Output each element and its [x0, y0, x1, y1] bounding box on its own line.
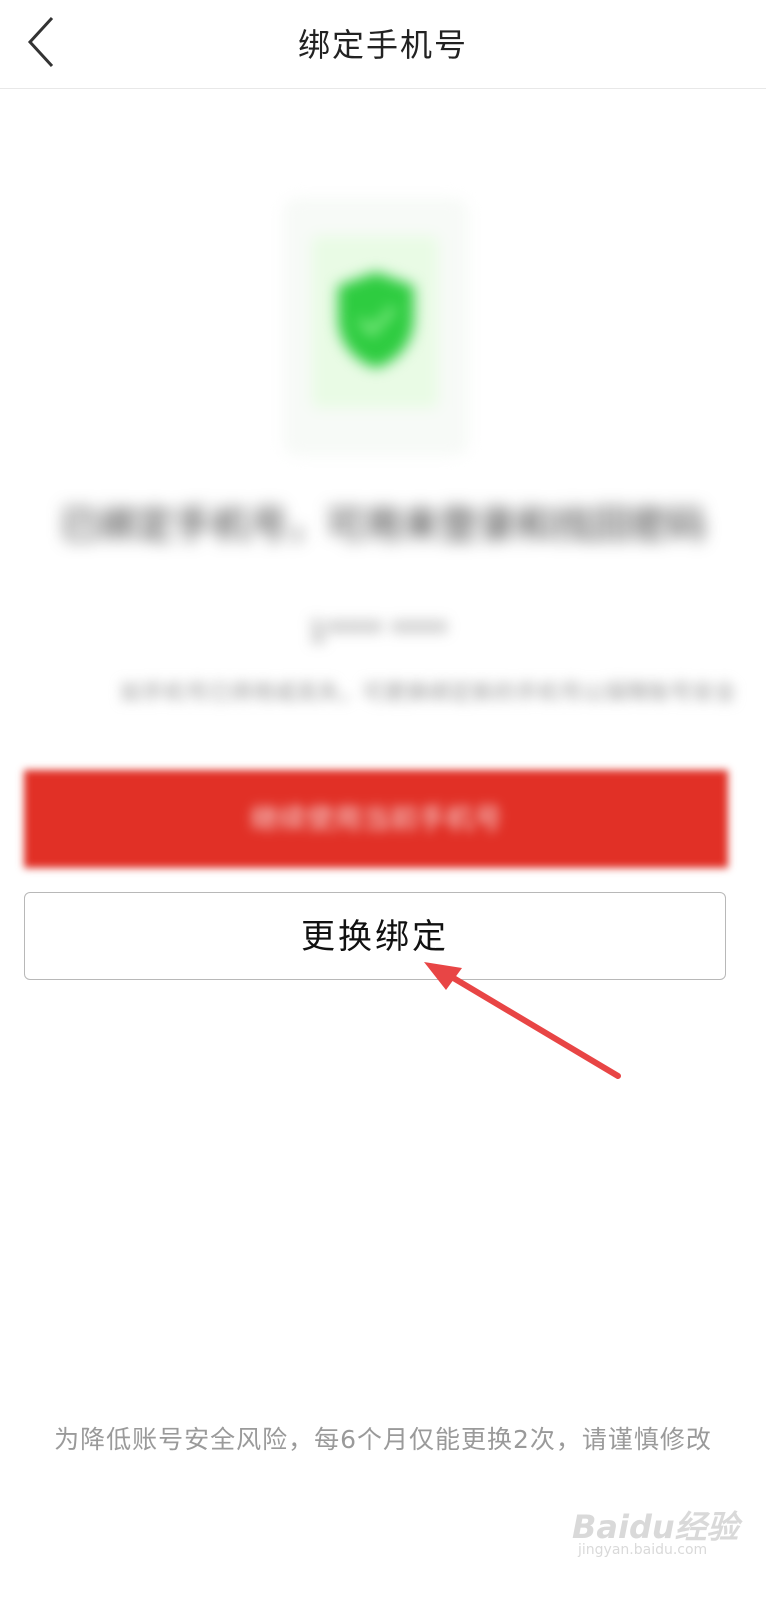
primary-action-button[interactable]: 继续使用当前手机号	[24, 770, 728, 868]
baidu-jingyan-watermark: Baidu经验 jingyan.baidu.com	[572, 1482, 742, 1562]
page-title: 绑定手机号	[297, 26, 468, 64]
shield-check-icon	[338, 272, 414, 368]
watermark-url: jingyan.baidu.com	[578, 1542, 708, 1558]
binding-description: 如手机号已停用或丢失，可更换绑定新的手机号以保障账号安全	[120, 681, 737, 706]
primary-action-label: 继续使用当前手机号	[249, 802, 502, 835]
binding-status-message: 已绑定手机号，可用来登录和找回密码	[59, 503, 706, 547]
bound-phone-number: 1**** ****	[308, 615, 448, 648]
change-limit-note: 为降低账号安全风险，每6个月仅能更换2次，请谨慎修改	[54, 1425, 712, 1454]
change-binding-button[interactable]: 更换绑定	[24, 892, 726, 980]
top-nav-bar: 绑定手机号	[0, 0, 766, 89]
